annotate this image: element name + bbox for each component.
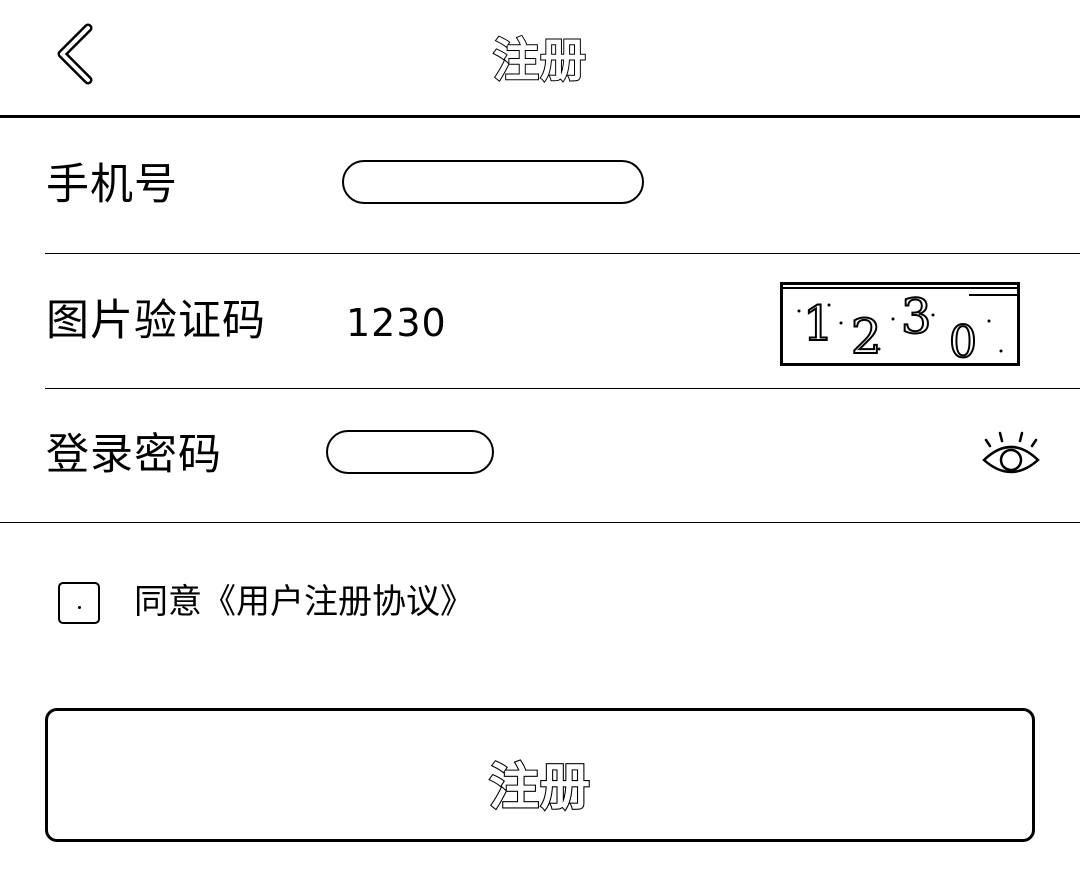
register-button[interactable]: 注册: [45, 708, 1035, 842]
divider: [45, 388, 1080, 389]
app-header: 注册: [0, 0, 1080, 118]
agreement-checkbox[interactable]: [58, 582, 100, 624]
page-title: 注册: [492, 32, 587, 88]
divider: [45, 253, 1080, 254]
password-label: 登录密码: [46, 430, 222, 480]
captcha-label: 图片验证码: [46, 296, 266, 346]
captcha-digit: 3: [901, 289, 932, 345]
password-input[interactable]: [326, 430, 494, 474]
register-button-label: 注册: [488, 757, 591, 817]
captcha-digit: 2: [851, 309, 882, 363]
agreement-link[interactable]: 《用户注册协议》: [202, 582, 474, 622]
checkbox-dot: [78, 606, 81, 609]
phone-label: 手机号: [46, 160, 178, 210]
phone-input[interactable]: [342, 160, 644, 204]
agreement-prefix: 同意: [134, 582, 202, 622]
captcha-digit: 0: [949, 317, 977, 363]
agreement-text: 同意《用户注册协议》: [134, 582, 474, 622]
captcha-input[interactable]: 1230: [346, 304, 447, 342]
captcha-image[interactable]: 1 2 3 0: [780, 282, 1020, 366]
password-visibility-toggle[interactable]: [980, 428, 1042, 482]
divider: [0, 522, 1080, 523]
eye-icon: [980, 431, 1042, 486]
